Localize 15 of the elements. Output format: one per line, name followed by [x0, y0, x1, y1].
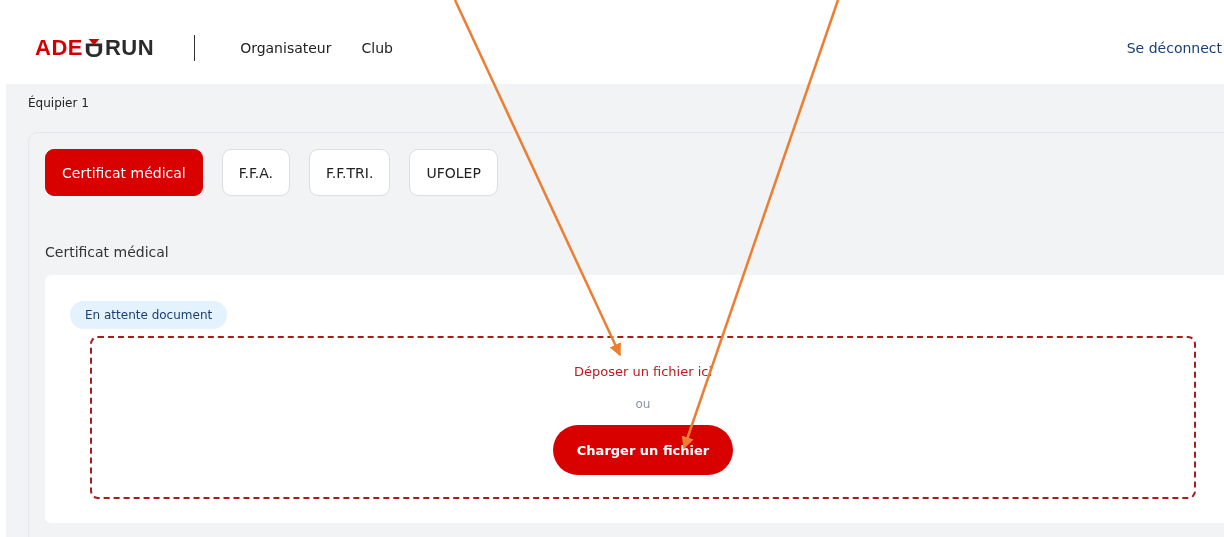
tab[interactable]: Certificat médical — [45, 149, 203, 196]
panel-title: Certificat médical — [45, 244, 170, 260]
separator-text: ou — [635, 397, 651, 411]
status-badge: En attente document — [70, 301, 228, 329]
tab[interactable]: UFOLEP — [409, 149, 498, 196]
logo-text: ADE — [35, 35, 83, 61]
tab[interactable]: F.F.A. — [221, 149, 291, 196]
section-title: Équipier 1 — [28, 96, 90, 112]
nav-link[interactable]: Organisateur — [240, 40, 332, 56]
tab[interactable]: F.F.TRI. — [309, 149, 391, 196]
upload-button[interactable]: Charger un fichier — [552, 425, 734, 475]
logout-link[interactable]: Se déconnect — [1126, 40, 1222, 56]
nav-link[interactable]: Club — [361, 40, 393, 56]
logo-mark-icon — [83, 38, 104, 58]
logo-text: RUN — [104, 35, 155, 61]
